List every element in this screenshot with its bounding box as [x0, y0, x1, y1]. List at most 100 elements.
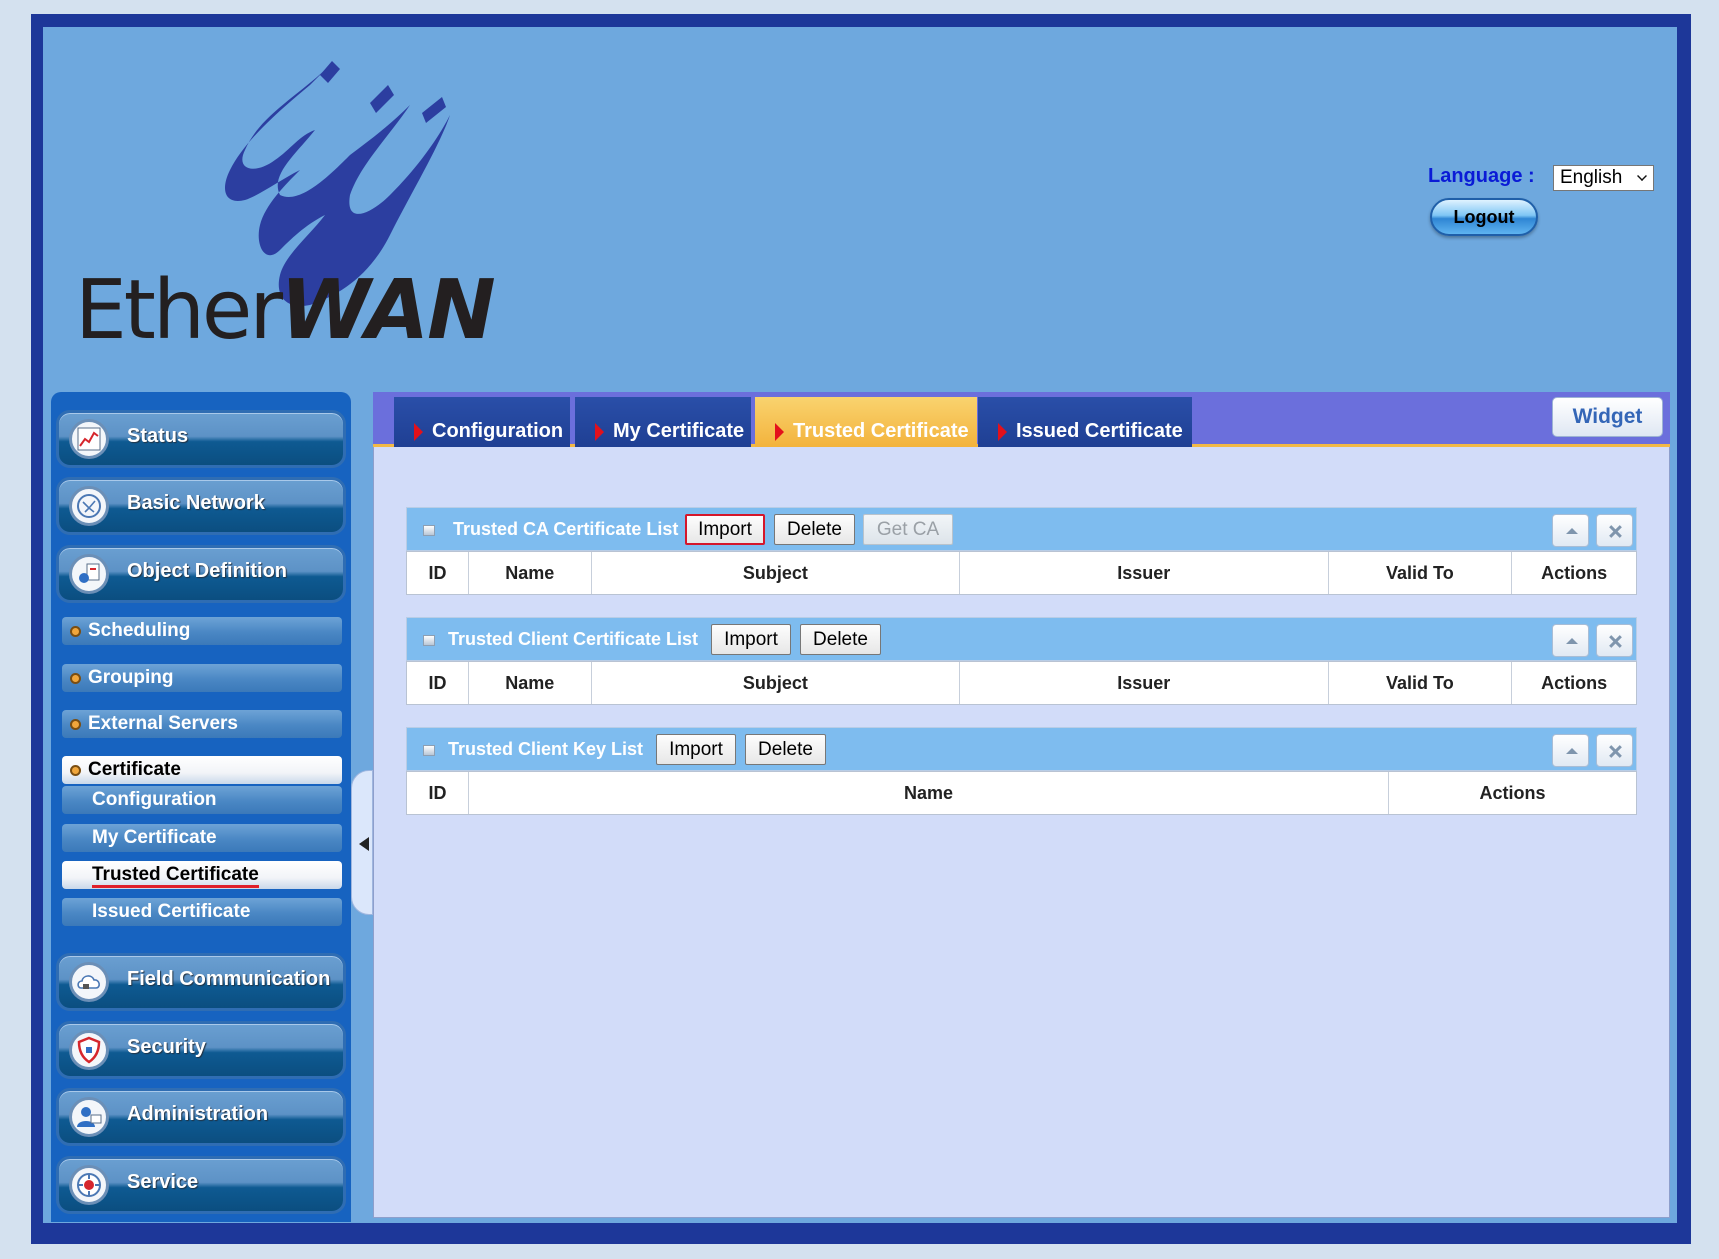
- sidebar-item-administration[interactable]: Administration: [56, 1088, 346, 1146]
- sidebar-item-trusted-certificate[interactable]: Trusted Certificate: [62, 861, 342, 889]
- tab-arrow-icon: [775, 423, 784, 441]
- widget-button[interactable]: Widget: [1552, 397, 1663, 437]
- sidebar-item-label: Grouping: [88, 667, 174, 688]
- shield-icon: [69, 1030, 109, 1070]
- bullet-icon: [70, 626, 81, 637]
- sidebar-item-external-servers[interactable]: External Servers: [62, 710, 342, 738]
- column-header-id: ID: [407, 662, 469, 704]
- sidebar-item-label: Administration: [127, 1103, 269, 1125]
- column-header-id: ID: [407, 772, 469, 814]
- sidebar-item-status[interactable]: Status: [56, 410, 346, 468]
- bullet-icon: [70, 673, 81, 684]
- import-button[interactable]: Import: [656, 734, 736, 765]
- service-icon: [69, 1165, 109, 1205]
- sidebar-item-scheduling[interactable]: Scheduling: [62, 617, 342, 645]
- column-header-valid-to: Valid To: [1329, 552, 1513, 594]
- column-header-issuer: Issuer: [960, 662, 1329, 704]
- collapse-up-icon[interactable]: [1552, 624, 1589, 657]
- panel-square-icon: [423, 745, 435, 756]
- bullet-icon: [70, 719, 81, 730]
- sidebar-item-label: Status: [127, 425, 189, 447]
- tab-my-certificate[interactable]: My Certificate: [575, 397, 751, 447]
- delete-button[interactable]: Delete: [800, 624, 881, 655]
- chart-icon: [69, 419, 109, 459]
- sidebar-item-label: External Servers: [88, 713, 238, 734]
- panel-header: Trusted Client Key List Import Delete: [406, 727, 1637, 771]
- close-icon[interactable]: [1596, 624, 1633, 657]
- cloud-icon: [69, 962, 109, 1002]
- table-header-row: ID Name Subject Issuer Valid To Actions: [406, 661, 1637, 705]
- sidebar-item-label: Scheduling: [88, 620, 191, 641]
- tab-arrow-icon: [414, 423, 423, 441]
- logout-button[interactable]: Logout: [1430, 198, 1538, 236]
- panel-title: Trusted Client Certificate List: [448, 629, 699, 649]
- panel-title: Trusted CA Certificate List: [453, 519, 679, 539]
- tab-label: Trusted Certificate: [793, 420, 969, 442]
- sidebar-item-object-definition[interactable]: Object Definition: [56, 545, 346, 603]
- admin-icon: [69, 1097, 109, 1137]
- network-icon: [69, 486, 109, 526]
- tab-arrow-icon: [998, 423, 1007, 441]
- tab-issued-certificate[interactable]: Issued Certificate: [978, 397, 1192, 447]
- panel-header: Trusted CA Certificate List Import Delet…: [406, 507, 1637, 551]
- sidebar-item-configuration[interactable]: Configuration: [62, 786, 342, 814]
- sidebar-item-label: My Certificate: [92, 827, 217, 848]
- sidebar-item-label: Basic Network: [127, 492, 265, 514]
- sidebar-item-service[interactable]: Service: [56, 1156, 346, 1214]
- collapse-arrow-icon: [359, 837, 369, 851]
- sidebar-item-certificate[interactable]: Certificate: [62, 756, 342, 784]
- import-button[interactable]: Import: [685, 514, 765, 545]
- sidebar-item-security[interactable]: Security: [56, 1021, 346, 1079]
- tab-label: Configuration: [432, 420, 564, 442]
- language-label: Language :: [1428, 165, 1535, 187]
- tab-trusted-certificate[interactable]: Trusted Certificate: [755, 397, 977, 447]
- tab-configuration[interactable]: Configuration: [394, 397, 570, 447]
- chevron-down-icon: [1637, 171, 1647, 181]
- sidebar-item-grouping[interactable]: Grouping: [62, 664, 342, 692]
- trusted-client-key-panel: Trusted Client Key List Import Delete ID…: [406, 727, 1637, 817]
- get-ca-button[interactable]: Get CA: [863, 514, 953, 545]
- sidebar-collapse-handle[interactable]: [351, 770, 373, 915]
- tab-label: My Certificate: [613, 420, 745, 442]
- table-header-row: ID Name Actions: [406, 771, 1637, 815]
- column-header-issuer: Issuer: [960, 552, 1329, 594]
- sidebar-item-label: Service: [127, 1171, 199, 1193]
- sidebar-item-my-certificate[interactable]: My Certificate: [62, 824, 342, 852]
- sidebar-item-label: Certificate: [88, 759, 181, 780]
- close-icon[interactable]: [1596, 514, 1633, 547]
- panel-square-icon: [423, 635, 435, 646]
- tab-arrow-icon: [595, 423, 604, 441]
- object-icon: [69, 554, 109, 594]
- sidebar-item-label: Trusted Certificate: [92, 864, 259, 888]
- etherwan-wordmark: EtherWAN: [75, 263, 496, 358]
- bullet-icon: [70, 765, 81, 776]
- close-icon[interactable]: [1596, 734, 1633, 767]
- column-header-valid-to: Valid To: [1329, 662, 1513, 704]
- collapse-up-icon[interactable]: [1552, 734, 1589, 767]
- table-header-row: ID Name Subject Issuer Valid To Actions: [406, 551, 1637, 595]
- column-header-actions: Actions: [1541, 672, 1608, 693]
- collapse-up-icon[interactable]: [1552, 514, 1589, 547]
- panel-header: Trusted Client Certificate List Import D…: [406, 617, 1637, 661]
- sidebar-item-issued-certificate[interactable]: Issued Certificate: [62, 898, 342, 926]
- sidebar-item-label: Field Communication: [127, 968, 331, 990]
- column-header-name: Name: [469, 662, 592, 704]
- panel-square-icon: [423, 525, 435, 536]
- sidebar-item-label: Issued Certificate: [92, 901, 251, 922]
- sidebar-item-basic-network[interactable]: Basic Network: [56, 477, 346, 535]
- import-button[interactable]: Import: [711, 624, 791, 655]
- delete-button[interactable]: Delete: [745, 734, 826, 765]
- column-header-name: Name: [469, 772, 1389, 814]
- column-header-name: Name: [469, 552, 592, 594]
- column-header-subject: Subject: [592, 662, 961, 704]
- sidebar-item-field-communication[interactable]: Field Communication: [56, 953, 346, 1011]
- sidebar-item-label: Configuration: [92, 789, 217, 810]
- sidebar-item-label: Security: [127, 1036, 206, 1058]
- column-header-id: ID: [407, 552, 469, 594]
- panel-title: Trusted Client Key List: [448, 739, 644, 759]
- language-value: English: [1560, 167, 1623, 188]
- language-select[interactable]: English: [1553, 165, 1654, 191]
- delete-button[interactable]: Delete: [774, 514, 855, 545]
- sidebar-item-label: Object Definition: [127, 560, 287, 582]
- trusted-client-certificate-panel: Trusted Client Certificate List Import D…: [406, 617, 1637, 707]
